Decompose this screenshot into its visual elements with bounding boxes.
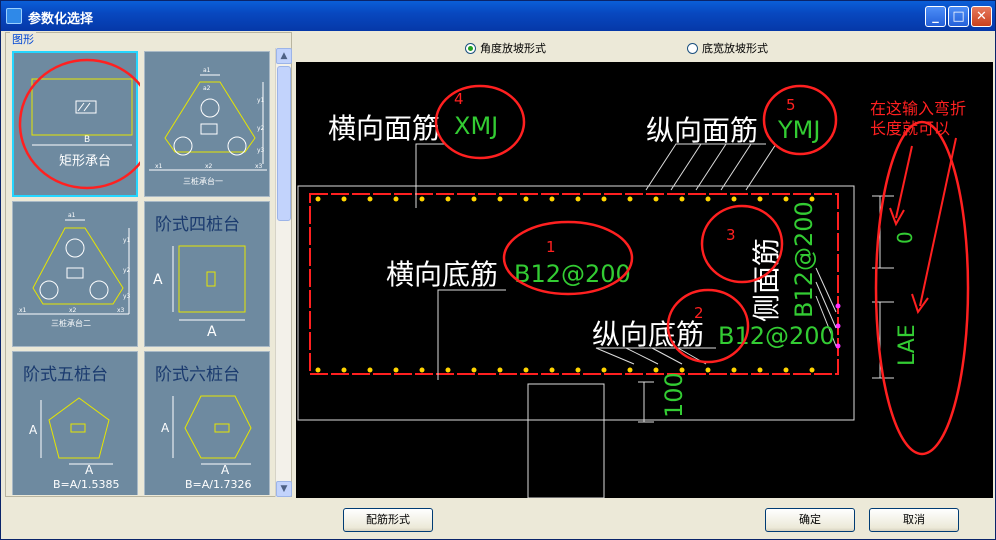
radio-angle-slope-label: 角度放坡形式: [480, 42, 546, 55]
svg-text:A: A: [207, 324, 217, 340]
radio-angle-slope[interactable]: 角度放坡形式: [465, 41, 546, 55]
svg-text:a2: a2: [203, 85, 211, 92]
step-five-pile-drawing: 阶式五桩台 A A B=A/1.5385: [23, 365, 119, 491]
cancel-button[interactable]: 取消: [869, 508, 959, 532]
shape-thumbnail-list: B 矩形承台 a1 a2 y1 y2 y3 x1 x2 x3 三桩承台一 a1 …: [9, 48, 275, 495]
svg-text:x2: x2: [69, 307, 77, 314]
bottom-rebar-dots: [315, 367, 815, 373]
top-transverse-label: 横向面筋: [328, 112, 440, 145]
svg-text:y3: y3: [257, 147, 265, 154]
thumb-rect-cap[interactable]: B 矩形承台: [12, 51, 140, 197]
bend-length-bottom: LAE: [895, 324, 920, 366]
ok-button[interactable]: 确定: [765, 508, 855, 532]
rect-cap-label: 矩形承台: [59, 154, 111, 169]
rect-cap-drawing: B 矩形承台: [18, 58, 140, 190]
thumb-step-four-pile[interactable]: 阶式四桩台 A A: [144, 201, 270, 347]
scroll-thumb[interactable]: [277, 66, 291, 221]
thumb-three-pile-cap-2[interactable]: a1 y1 y2 y3 x1 x2 x3 三桩承台二: [12, 201, 138, 347]
close-button[interactable]: ✕: [971, 6, 992, 27]
side-value: B12@200: [790, 201, 818, 318]
thumb-step-six-pile[interactable]: 阶式六桩台 A A B=A/1.7326: [144, 351, 270, 495]
three-pile-2-label: 三桩承台二: [51, 318, 91, 328]
svg-text:x1: x1: [19, 307, 27, 314]
top-rebar-dots: [315, 196, 815, 202]
marker-4: 4: [454, 90, 464, 108]
marker-1: 1: [546, 238, 556, 256]
three-pile-2-drawing: a1 y1 y2 y3 x1 x2 x3 三桩承台二: [17, 212, 131, 328]
step-six-pile-drawing: 阶式六桩台 A A B=A/1.7326: [155, 365, 252, 491]
drawing-canvas[interactable]: 横向面筋 XMJ 纵向面筋 YMJ 横向底筋 B12@200 纵向底筋 B12@…: [296, 62, 993, 498]
marker-3: 3: [726, 226, 736, 244]
step-five-pile-note: B=A/1.5385: [53, 478, 119, 491]
thumbnail-scrollbar[interactable]: ▲ ▼: [275, 48, 292, 497]
step-four-pile-drawing: 阶式四桩台 A A: [153, 215, 246, 340]
svg-text:y2: y2: [257, 125, 265, 132]
title-bar[interactable]: 参数化选择 _ □ ✕: [1, 1, 995, 31]
step-six-pile-note: B=A/1.7326: [185, 478, 251, 491]
window-title: 参数化选择: [28, 12, 94, 27]
marker-5: 5: [786, 96, 796, 114]
svg-text:x3: x3: [117, 307, 125, 314]
footer-bar: 配筋形式 确定 取消: [1, 499, 995, 539]
thumb-step-five-pile[interactable]: 阶式五桩台 A A B=A/1.5385: [12, 351, 138, 495]
svg-text:y1: y1: [257, 97, 265, 104]
app-icon: [6, 8, 22, 24]
svg-text:a1: a1: [68, 212, 76, 219]
maximize-button[interactable]: □: [948, 6, 969, 27]
step-four-pile-label: 阶式四桩台: [155, 215, 240, 235]
svg-text:x2: x2: [205, 163, 213, 170]
top-longitudinal-label: 纵向面筋: [646, 114, 758, 147]
rebar-drawing: 横向面筋 XMJ 纵向面筋 YMJ 横向底筋 B12@200 纵向底筋 B12@…: [297, 84, 970, 498]
svg-text:a1: a1: [203, 67, 211, 74]
rect-cap-dim: B: [84, 135, 90, 145]
marker-2: 2: [694, 304, 704, 322]
thumb-three-pile-cap-1[interactable]: a1 a2 y1 y2 y3 x1 x2 x3 三桩承台一: [144, 51, 270, 197]
svg-text:x3: x3: [255, 163, 263, 170]
shape-group-label: 图形: [10, 31, 36, 47]
radio-width-slope-label: 底宽放坡形式: [702, 42, 768, 55]
svg-text:A: A: [161, 421, 170, 435]
cover-value: 100: [660, 372, 688, 418]
step-six-pile-label: 阶式六桩台: [155, 365, 240, 385]
bottom-longitudinal-label: 纵向底筋: [592, 318, 704, 351]
svg-text:y2: y2: [123, 267, 131, 274]
top-longitudinal-value: YMJ: [777, 116, 820, 144]
svg-text:x1: x1: [155, 163, 163, 170]
rebar-form-button[interactable]: 配筋形式: [343, 508, 433, 532]
three-pile-1-drawing: a1 a2 y1 y2 y3 x1 x2 x3 三桩承台一: [149, 67, 267, 186]
svg-text:A: A: [221, 463, 230, 477]
svg-text:y1: y1: [123, 237, 131, 244]
scroll-down-icon[interactable]: ▼: [276, 481, 292, 497]
radio-width-slope[interactable]: 底宽放坡形式: [687, 41, 768, 55]
svg-text:A: A: [29, 423, 38, 437]
svg-text:y3: y3: [123, 293, 131, 300]
bottom-transverse-label: 横向底筋: [386, 258, 498, 291]
minimize-button[interactable]: _: [925, 6, 946, 27]
step-five-pile-label: 阶式五桩台: [23, 365, 108, 385]
bottom-longitudinal-value: B12@200: [718, 322, 835, 350]
radio-checked-icon[interactable]: [465, 42, 476, 54]
svg-text:A: A: [85, 463, 94, 477]
dialog-window: 参数化选择 _ □ ✕ 图形 B 矩形承台 a1 a2 y1 y2 y3 x1 …: [0, 0, 996, 540]
radio-unchecked-icon[interactable]: [687, 42, 698, 54]
three-pile-1-label: 三桩承台一: [183, 176, 223, 186]
preview-panel: 角度放坡形式 底宽放坡形式 横向面筋 XMJ 纵向面筋 YMJ 横向底筋 B12…: [295, 32, 993, 498]
top-transverse-value: XMJ: [454, 112, 498, 140]
svg-text:A: A: [153, 272, 163, 288]
bend-length-top: 0: [893, 231, 917, 244]
annotation-line1: 在这输入弯折: [870, 99, 966, 118]
scroll-up-icon[interactable]: ▲: [276, 48, 292, 64]
